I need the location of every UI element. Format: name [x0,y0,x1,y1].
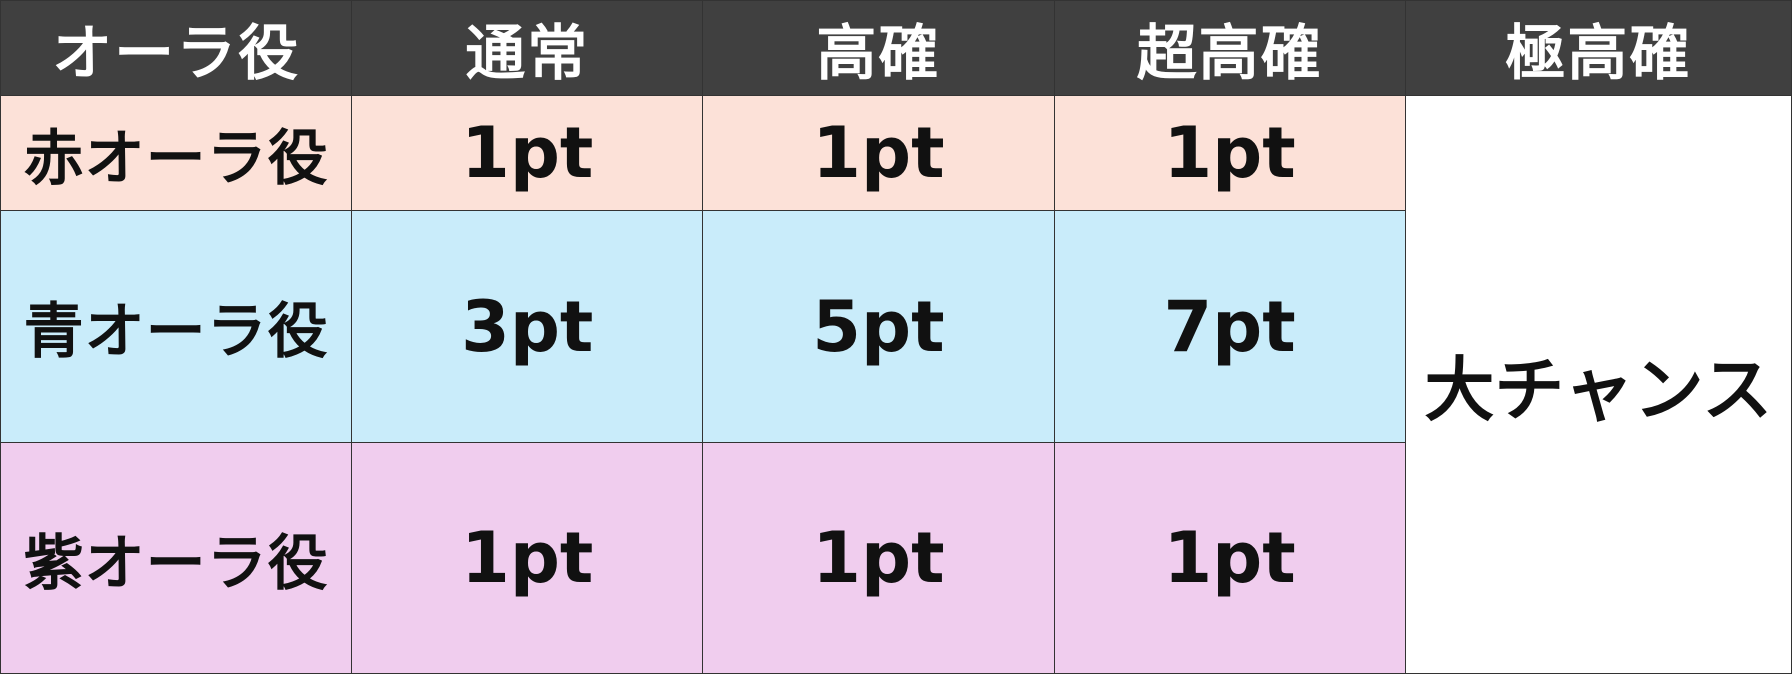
row-label-purple-aura: 紫オーラ役 [0,442,353,674]
header-normal: 通常 [351,0,704,96]
header-ultra-high: 極高確 [1404,0,1792,96]
cell-purple-high: 1pt [702,442,1055,674]
table-row-red-aura: 赤オーラ役 1pt 1pt 1pt 大チャンス [0,95,1792,674]
aura-points-table: オーラ役 通常 高確 超高確 極高確 赤オーラ役 1pt 1pt 1pt 大チャ… [0,0,1792,674]
header-super-high: 超高確 [1053,0,1406,96]
cell-purple-normal: 1pt [351,442,704,674]
row-label-blue-aura: 青オーラ役 [0,210,353,443]
cell-blue-super-high: 7pt [1053,210,1406,443]
header-row: オーラ役 通常 高確 超高確 極高確 [0,0,1792,96]
cell-red-super-high: 1pt [1053,95,1406,211]
cell-ultra-high-chance: 大チャンス [1404,95,1792,674]
cell-red-high: 1pt [702,95,1055,211]
cell-red-normal: 1pt [351,95,704,211]
header-role: オーラ役 [0,0,353,96]
row-label-red-aura: 赤オーラ役 [0,95,353,211]
cell-blue-high: 5pt [702,210,1055,443]
header-high: 高確 [702,0,1055,96]
cell-blue-normal: 3pt [351,210,704,443]
cell-purple-super-high: 1pt [1053,442,1406,674]
